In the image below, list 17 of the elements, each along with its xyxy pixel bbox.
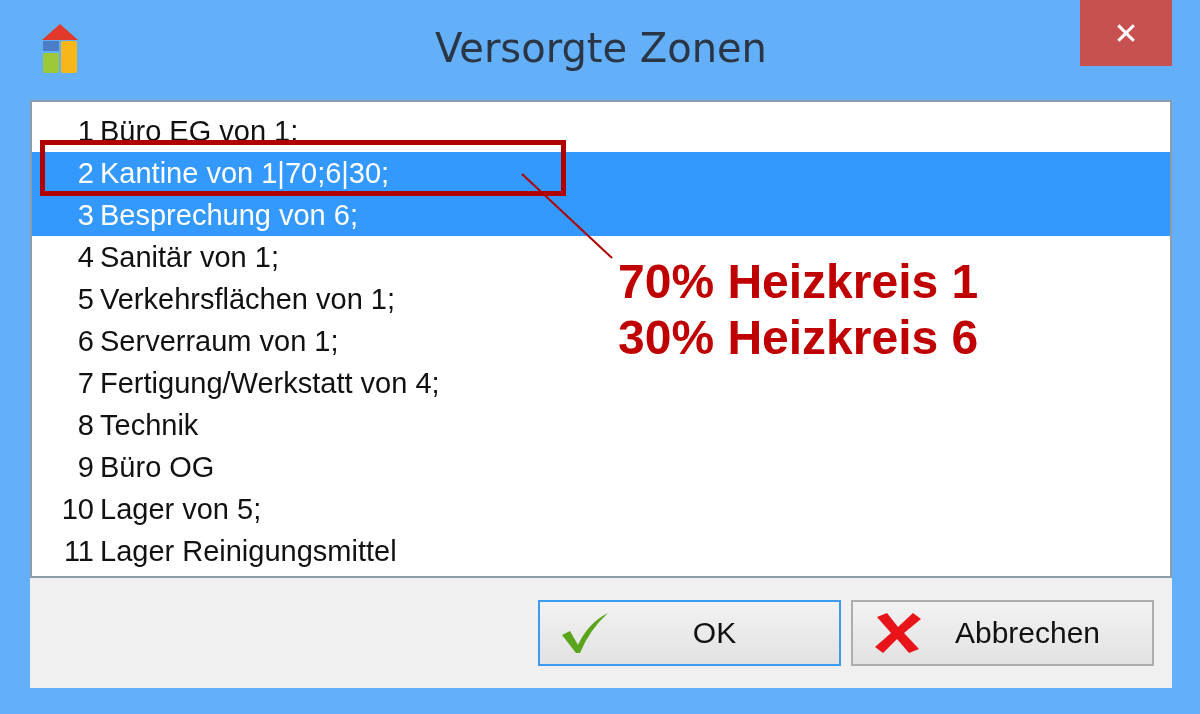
close-button[interactable]: ✕ — [1080, 0, 1172, 66]
window-title: Versorgte Zonen — [435, 25, 767, 71]
cross-icon — [873, 611, 923, 655]
annotation-text: 70% Heizkreis 1 — [618, 254, 979, 310]
list-item[interactable]: 5 Verkehrsflächen von 1; — [32, 278, 405, 320]
list-item[interactable]: 10 Lager von 5; — [32, 488, 272, 530]
ok-button[interactable]: OK — [538, 600, 841, 666]
cancel-button[interactable]: Abbrechen — [851, 600, 1154, 666]
checkmark-icon — [560, 611, 610, 655]
list-item[interactable]: 4 Sanitär von 1; — [32, 236, 289, 278]
list-item[interactable]: 9 Büro OG — [32, 446, 225, 488]
list-item[interactable]: 8 Technik — [32, 404, 209, 446]
house-icon — [40, 24, 80, 76]
list-item[interactable]: 6 Serverraum von 1; — [32, 320, 349, 362]
annotation-text: 30% Heizkreis 6 — [618, 310, 979, 366]
list-item[interactable]: 7 Fertigung/Werkstatt von 4; — [32, 362, 450, 404]
list-item[interactable]: 11 Lager Reinigungsmittel — [32, 530, 407, 572]
